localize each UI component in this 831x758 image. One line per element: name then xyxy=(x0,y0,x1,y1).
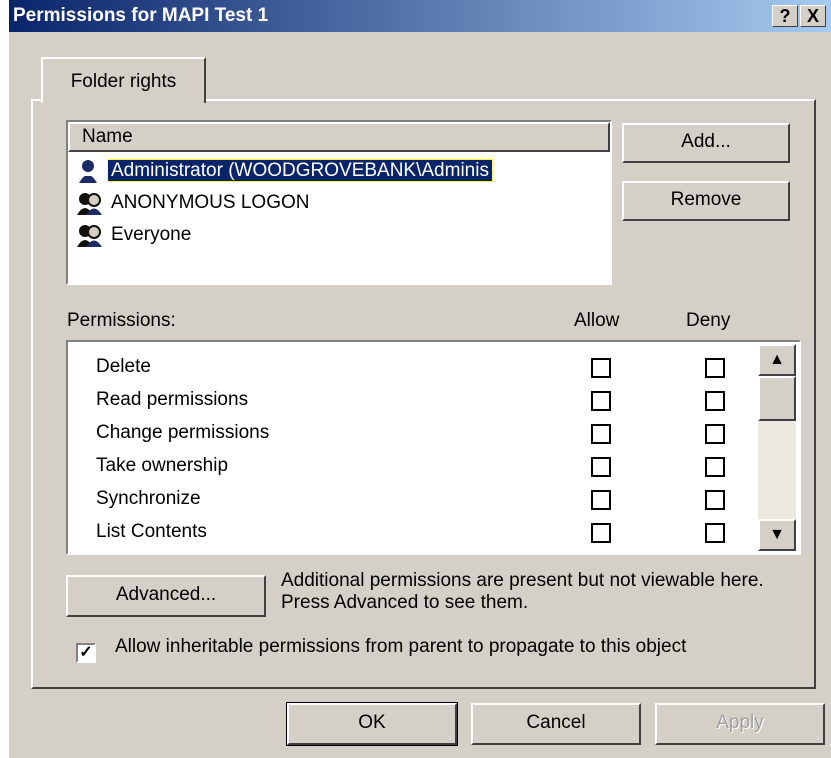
user-name: Administrator (WOODGROVEBANK\Adminis xyxy=(107,159,493,182)
permissions-scrollbar[interactable]: ▲ ▼ xyxy=(758,344,796,551)
permission-name: Change permissions xyxy=(96,422,270,443)
allow-checkbox-delete[interactable] xyxy=(591,358,611,378)
permissions-label: Permissions: xyxy=(67,310,176,331)
help-button[interactable]: ? xyxy=(772,5,798,27)
permissions-dialog: Permissions for MAPI Test 1 ? X Folder r… xyxy=(9,0,831,758)
allow-checkbox-synchronize[interactable] xyxy=(591,490,611,510)
allow-checkbox-take-ownership[interactable] xyxy=(591,457,611,477)
window-title: Permissions for MAPI Test 1 xyxy=(13,5,269,26)
permission-row-synchronize: Synchronize xyxy=(96,482,776,515)
user-name: ANONYMOUS LOGON xyxy=(111,192,310,213)
user-name: Everyone xyxy=(111,224,192,245)
deny-column-header: Deny xyxy=(686,310,731,331)
user-row-everyone[interactable]: Everyone xyxy=(76,220,194,250)
permission-row-delete: Delete xyxy=(96,350,776,383)
apply-button[interactable]: Apply xyxy=(655,703,825,745)
allow-column-header: Allow xyxy=(574,310,620,331)
permission-name: List Contents xyxy=(96,521,207,542)
permission-row-take-ownership: Take ownership xyxy=(96,449,776,482)
permission-name: Synchronize xyxy=(96,488,201,509)
deny-checkbox-take-ownership[interactable] xyxy=(705,457,725,477)
users-list[interactable]: Name Administrator (WOODGROVEBANK\Admini… xyxy=(66,120,612,285)
remove-button[interactable]: Remove xyxy=(622,181,790,221)
allow-checkbox-list-contents[interactable] xyxy=(591,523,611,543)
deny-checkbox-change-permissions[interactable] xyxy=(705,424,725,444)
permission-name: Take ownership xyxy=(96,455,229,476)
inherit-label: Allow inheritable permissions from paren… xyxy=(115,636,687,657)
advanced-button[interactable]: Advanced... xyxy=(66,575,266,617)
permission-row-read-permissions: Read permissions xyxy=(96,383,776,416)
deny-checkbox-list-contents[interactable] xyxy=(705,523,725,543)
group-icon xyxy=(76,191,104,215)
user-row-anonymous-logon[interactable]: ANONYMOUS LOGON xyxy=(76,188,312,218)
close-button[interactable]: X xyxy=(800,5,826,27)
add-button[interactable]: Add... xyxy=(622,123,790,163)
user-icon xyxy=(76,159,104,183)
advanced-note: Additional permissions are present but n… xyxy=(281,570,764,613)
tab-folder-rights[interactable]: Folder rights xyxy=(41,57,206,103)
name-column-header[interactable]: Name xyxy=(68,122,610,152)
permissions-list[interactable]: Delete Read permissions Change permissio… xyxy=(66,340,801,555)
deny-checkbox-delete[interactable] xyxy=(705,358,725,378)
scroll-up-button[interactable]: ▲ xyxy=(758,344,796,376)
allow-checkbox-change-permissions[interactable] xyxy=(591,424,611,444)
deny-checkbox-synchronize[interactable] xyxy=(705,490,725,510)
permission-row-list-contents: List Contents xyxy=(96,515,776,548)
allow-checkbox-read-permissions[interactable] xyxy=(591,391,611,411)
ok-button[interactable]: OK xyxy=(286,702,458,746)
inherit-checkbox[interactable]: ✓ xyxy=(76,643,96,663)
user-row-administrator[interactable]: Administrator (WOODGROVEBANK\Adminis xyxy=(76,156,493,186)
title-bar: Permissions for MAPI Test 1 ? X xyxy=(9,0,831,32)
scroll-thumb[interactable] xyxy=(758,376,796,421)
group-icon xyxy=(76,223,104,247)
permission-name: Delete xyxy=(96,356,151,377)
scroll-down-button[interactable]: ▼ xyxy=(758,519,796,551)
deny-checkbox-read-permissions[interactable] xyxy=(705,391,725,411)
permission-name: Read permissions xyxy=(96,389,249,410)
cancel-button[interactable]: Cancel xyxy=(471,703,641,745)
permission-row-change-permissions: Change permissions xyxy=(96,416,776,449)
